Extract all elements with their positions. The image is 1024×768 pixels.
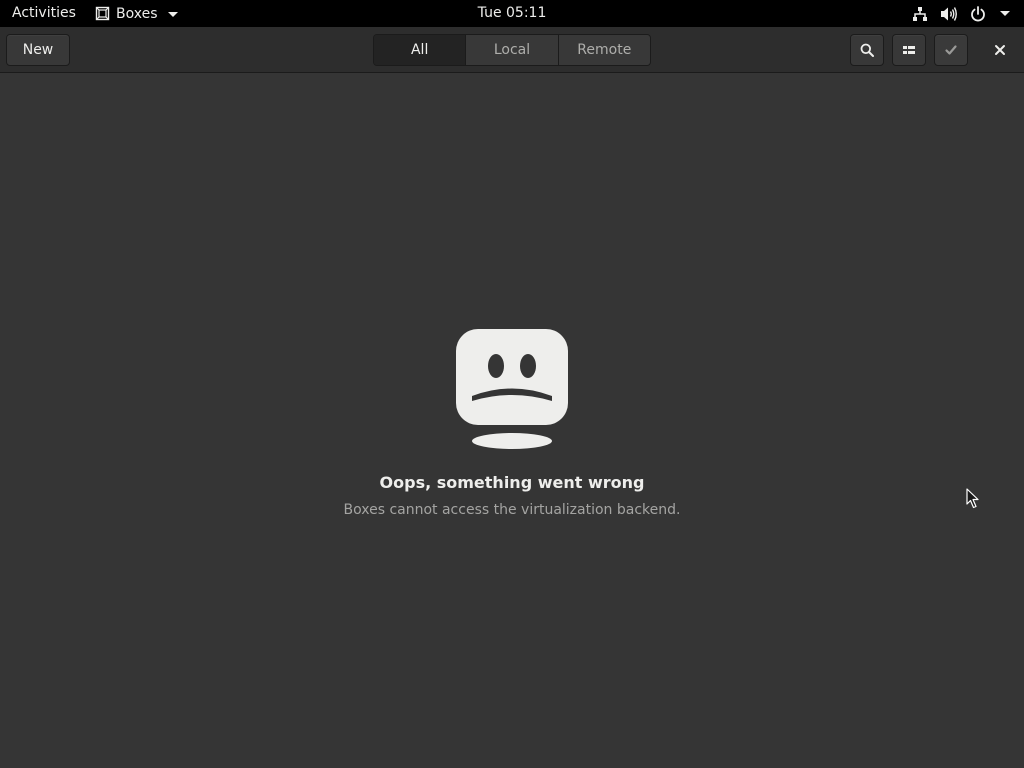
checkmark-icon	[945, 45, 957, 55]
main-content: Oops, something went wrong Boxes cannot …	[0, 73, 1024, 768]
system-status-menu[interactable]	[912, 0, 1010, 27]
collection-filter: All Local Remote	[373, 34, 651, 66]
search-button[interactable]	[850, 34, 884, 66]
header-bar: New All Local Remote	[0, 27, 1024, 73]
list-view-icon	[903, 46, 915, 54]
sad-computer-icon	[456, 329, 568, 449]
boxes-app-icon	[95, 6, 110, 21]
filter-all-button[interactable]: All	[374, 35, 466, 65]
clock[interactable]: Tue 05:11	[478, 5, 547, 21]
error-title: Oops, something went wrong	[379, 473, 645, 492]
mouse-cursor-icon	[966, 488, 979, 509]
view-mode-button[interactable]	[892, 34, 926, 66]
volume-icon	[941, 6, 957, 21]
selection-mode-button[interactable]	[934, 34, 968, 66]
app-menu-label: Boxes	[116, 5, 158, 22]
search-icon	[860, 43, 874, 57]
power-icon	[971, 5, 985, 21]
filter-remote-button[interactable]: Remote	[557, 35, 650, 65]
top-panel: Activities Boxes Tue 05:11	[0, 0, 1024, 27]
network-icon	[913, 6, 927, 21]
filter-local-button[interactable]: Local	[465, 35, 558, 65]
chevron-down-icon	[167, 12, 178, 17]
activities-button[interactable]: Activities	[12, 0, 76, 27]
error-subtitle: Boxes cannot access the virtualization b…	[343, 502, 681, 518]
new-button[interactable]: New	[6, 34, 70, 66]
close-icon	[995, 45, 1005, 55]
close-button[interactable]	[984, 34, 1016, 66]
chevron-down-icon	[1000, 11, 1010, 16]
app-menu[interactable]: Boxes	[95, 0, 178, 27]
